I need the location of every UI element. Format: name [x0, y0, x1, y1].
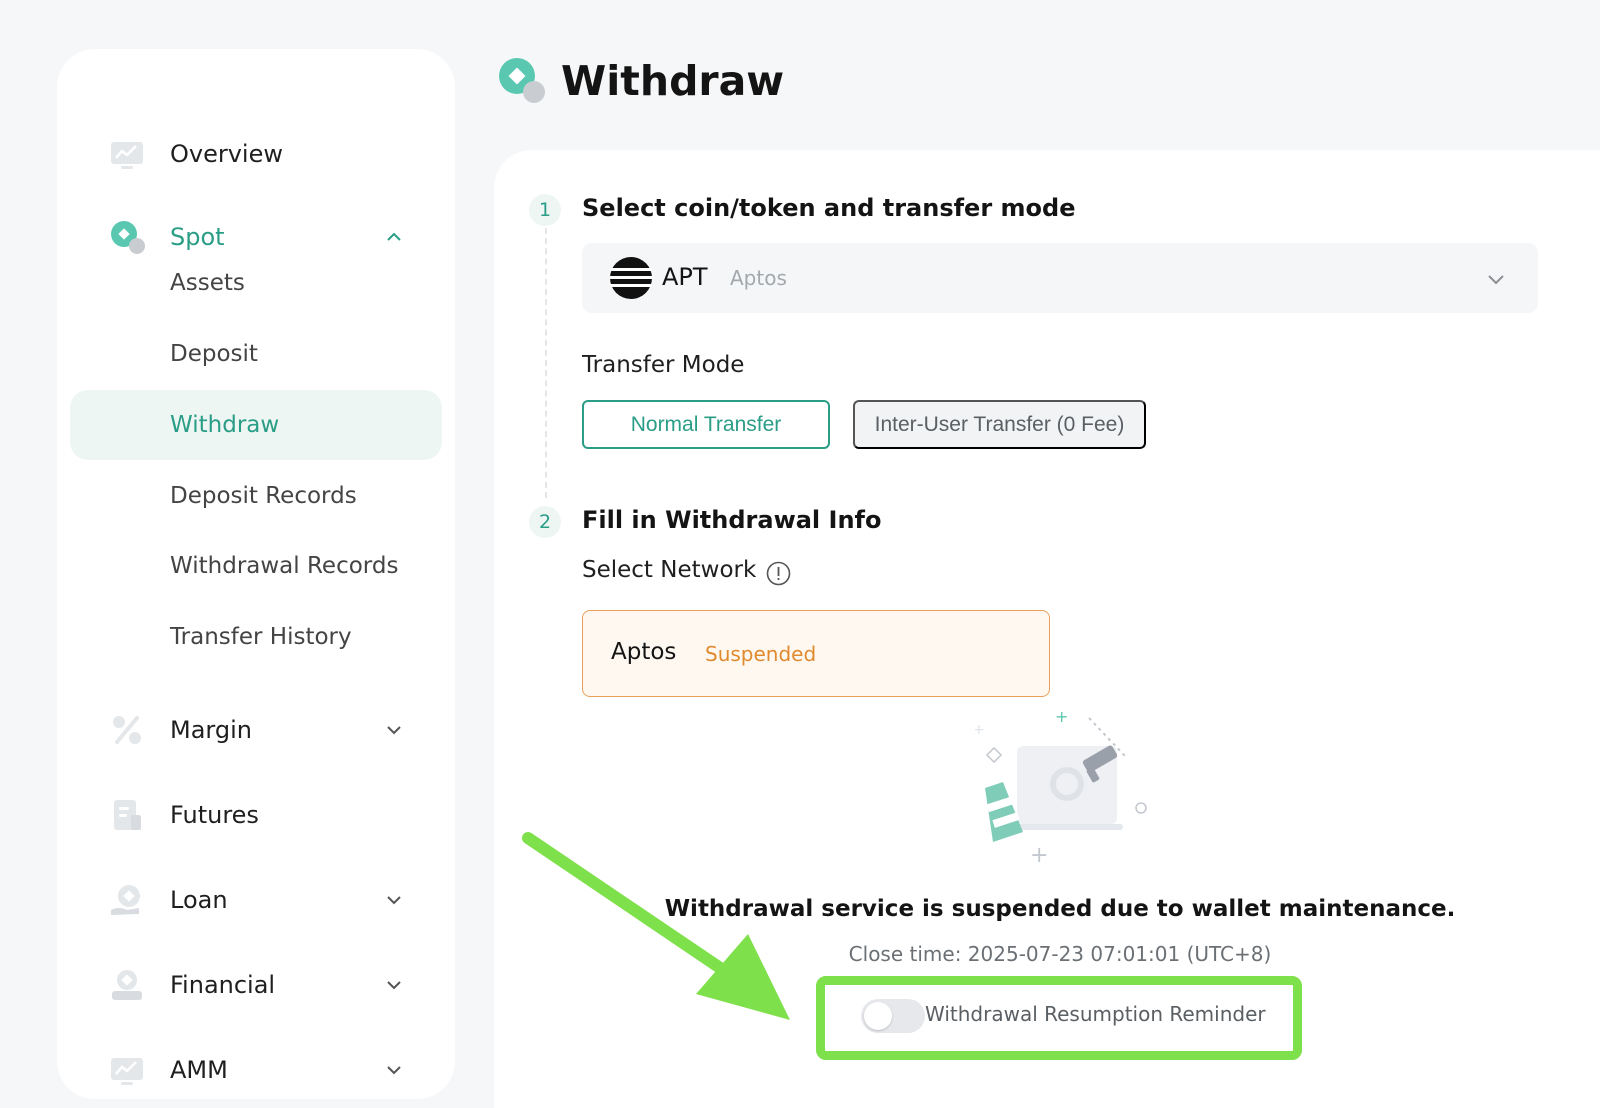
reminder-label: Withdrawal Resumption Reminder	[925, 1002, 1266, 1026]
step-2-title: Fill in Withdrawal Info	[582, 506, 882, 534]
sidebar-subitem-label: Transfer History	[170, 624, 352, 650]
page-title: Withdraw	[561, 57, 785, 105]
network-status-badge: Suspended	[705, 642, 817, 666]
amm-icon	[111, 1058, 143, 1085]
coin-symbol: APT	[662, 263, 708, 291]
loan-icon	[111, 885, 140, 915]
sidebar-item-label: Loan	[170, 886, 228, 914]
sidebar-subitem-deposit-records[interactable]: Deposit Records	[70, 461, 442, 531]
normal-transfer-button[interactable]: Normal Transfer	[582, 400, 830, 449]
maintenance-illustration: + + +	[975, 712, 1147, 868]
sidebar-subitem-label: Withdraw	[170, 412, 280, 438]
chevron-down-icon[interactable]	[385, 891, 403, 909]
chevron-down-icon[interactable]	[385, 721, 403, 739]
sidebar-item-financial[interactable]: Financial	[57, 955, 455, 1015]
step-1-title: Select coin/token and transfer mode	[582, 194, 1076, 222]
chevron-down-icon[interactable]	[385, 976, 403, 994]
inter-user-transfer-button[interactable]: Inter-User Transfer (0 Fee)	[853, 400, 1146, 449]
select-network-label: Select Network	[582, 557, 757, 583]
coin-name: Aptos	[730, 266, 787, 290]
step-2-badge: 2	[529, 506, 561, 538]
transfer-mode-label: Transfer Mode	[582, 352, 745, 378]
sidebar-item-futures[interactable]: Futures	[57, 785, 455, 845]
coin-select[interactable]: APT Aptos	[582, 243, 1538, 313]
close-time: Close time: 2025-07-23 07:01:01 (UTC+8)	[848, 942, 1272, 966]
sidebar-item-label: Spot	[170, 223, 225, 251]
chevron-up-icon[interactable]	[385, 228, 403, 246]
chevron-down-icon[interactable]	[1486, 269, 1506, 289]
sidebar-item-label: Financial	[170, 971, 276, 999]
sidebar-subitem-withdrawal-records[interactable]: Withdrawal Records	[70, 531, 442, 601]
sidebar-subitem-transfer-history[interactable]: Transfer History	[70, 602, 442, 672]
reminder-toggle[interactable]	[861, 999, 925, 1033]
sidebar-item-margin[interactable]: Margin	[57, 700, 455, 760]
aptos-logo-icon	[610, 257, 652, 299]
sidebar-subitem-label: Deposit Records	[170, 483, 357, 509]
sidebar-subitem-label: Deposit	[170, 341, 258, 367]
svg-text:+: +	[975, 722, 985, 738]
sidebar-subitem-withdraw[interactable]: Withdraw	[70, 390, 442, 460]
step-1-badge: 1	[529, 194, 561, 226]
spot-coin-icon	[499, 58, 545, 103]
maintenance-message: Withdrawal service is suspended due to w…	[664, 896, 1456, 922]
sidebar-subitem-label: Withdrawal Records	[170, 553, 399, 579]
sidebar-item-amm[interactable]: AMM	[57, 1040, 455, 1100]
svg-text:+: +	[1055, 712, 1068, 726]
sidebar: Overview Spot Assets Deposit Withdraw De…	[57, 49, 455, 1099]
chevron-down-icon[interactable]	[385, 1061, 403, 1079]
sidebar-item-label: Futures	[170, 801, 259, 829]
sidebar-subitem-assets[interactable]: Assets	[70, 248, 442, 318]
sidebar-item-overview[interactable]: Overview	[57, 124, 455, 184]
sidebar-item-label: Overview	[170, 140, 283, 168]
sidebar-subitem-deposit[interactable]: Deposit	[70, 319, 442, 389]
financial-icon	[112, 970, 142, 1000]
network-name: Aptos	[611, 639, 677, 665]
sidebar-item-label: Margin	[170, 716, 252, 744]
sidebar-item-label: AMM	[170, 1056, 228, 1084]
document-icon	[114, 800, 141, 830]
svg-text:+: +	[1030, 843, 1048, 868]
percent-icon	[113, 716, 141, 744]
toggle-knob	[864, 1002, 892, 1030]
step-connector	[545, 228, 547, 498]
sidebar-item-loan[interactable]: Loan	[57, 870, 455, 930]
chart-screen-icon	[111, 142, 143, 169]
page-header: Withdraw	[497, 56, 784, 106]
network-option-aptos[interactable]: Aptos Suspended	[582, 610, 1050, 697]
info-icon[interactable]	[766, 561, 791, 586]
sidebar-subitem-label: Assets	[170, 270, 245, 296]
